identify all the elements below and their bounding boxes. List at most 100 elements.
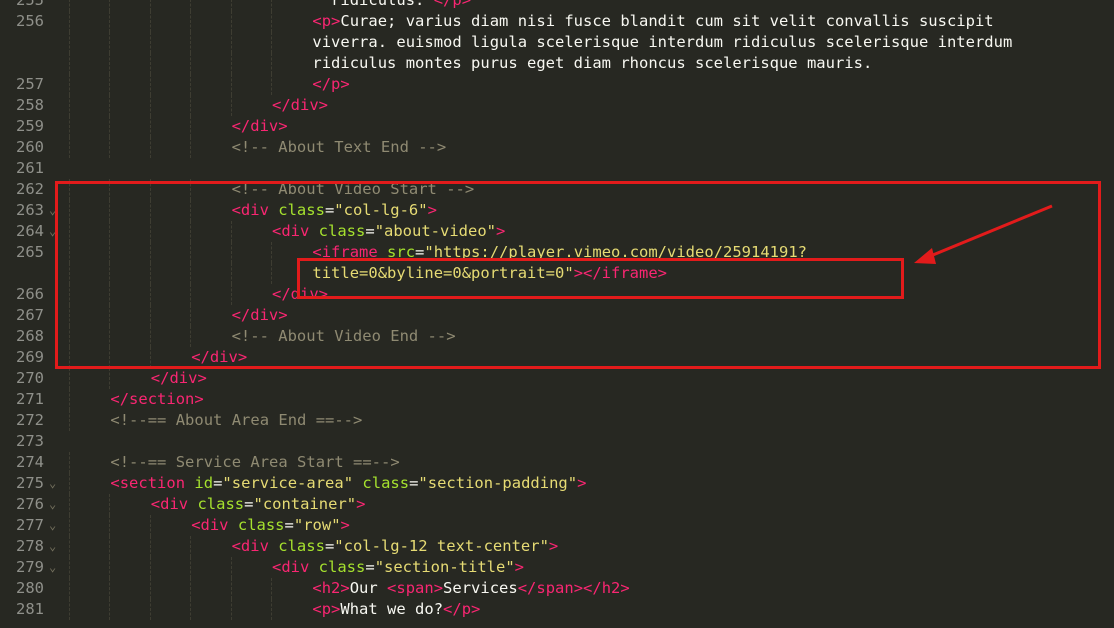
indent-guide <box>109 368 111 389</box>
code-token: <div <box>272 222 319 240</box>
code-line[interactable]: 274 <!--== Service Area Start ==--> <box>0 452 1114 473</box>
code-line[interactable]: 269 </div> <box>0 347 1114 368</box>
code-token: <section <box>110 474 195 492</box>
indent-guide <box>230 284 232 305</box>
indent-guide <box>149 242 151 263</box>
code-text: title=0&byline=0&portrait=0"></iframe> <box>312 263 667 284</box>
indent-guide <box>190 326 192 347</box>
code-token: class <box>318 558 366 576</box>
fold-chevron-icon[interactable]: ⌄ <box>49 498 56 510</box>
fold-chevron-icon[interactable]: ⌄ <box>49 204 56 216</box>
code-line[interactable]: 256 <p>Curae; varius diam nisi fusce blan… <box>0 11 1114 32</box>
indent-guide <box>69 452 70 473</box>
code-line[interactable]: 261 <box>0 158 1114 179</box>
line-number: 274 <box>16 453 44 471</box>
indent-guide <box>69 536 70 557</box>
code-line[interactable]: 280 <h2>Our <span>Services</span></h2> <box>0 578 1114 599</box>
code-line[interactable]: 255 ridiculus. </p> <box>0 0 1114 11</box>
code-line[interactable]: 258 </div> <box>0 95 1114 116</box>
code-text: ridiculus montes purus eget diam rhoncus… <box>312 53 872 74</box>
code-line[interactable]: 267 </div> <box>0 305 1114 326</box>
indent-guide <box>109 200 111 221</box>
code-token: > <box>548 537 559 555</box>
line-number: 255 <box>16 0 44 9</box>
code-text: <!--== Service Area Start ==--> <box>110 452 399 473</box>
fold-chevron-icon[interactable]: ⌄ <box>49 519 56 531</box>
indent-guide <box>69 200 70 221</box>
code-line[interactable]: 262 <!-- About Video Start --> <box>0 179 1114 200</box>
indent-guide <box>69 116 70 137</box>
code-line[interactable]: title=0&byline=0&portrait=0"></iframe> <box>0 263 1114 284</box>
code-token: </div> <box>150 369 207 387</box>
indent-guide <box>69 53 70 74</box>
code-line[interactable]: 272 <!--== About Area End ==--> <box>0 410 1114 431</box>
code-token: class <box>197 495 245 513</box>
indent-guide <box>109 326 111 347</box>
indent-guide <box>109 557 111 578</box>
code-token: "row" <box>293 516 341 534</box>
indent-guide <box>69 410 70 431</box>
fold-chevron-icon[interactable]: ⌄ <box>49 477 56 489</box>
indent-guide <box>190 11 192 32</box>
code-line[interactable]: 276 ⌄ <div class="container"> <box>0 494 1114 515</box>
code-token: <!-- About Video End --> <box>231 327 456 345</box>
indent-guide <box>190 536 192 557</box>
code-text: <!--== About Area End ==--> <box>110 410 362 431</box>
code-token: <iframe <box>312 243 388 261</box>
code-line[interactable]: 266 </div> <box>0 284 1114 305</box>
indent-guide <box>190 242 192 263</box>
code-editor[interactable]: 255 ridiculus. </p> 256 <p>Curae; varius d… <box>0 0 1114 620</box>
code-line[interactable]: 278 ⌄ <div class="col-lg-12 text-center"> <box>0 536 1114 557</box>
indent-guide <box>69 389 70 410</box>
code-line[interactable]: 281 <p>What we do?</p> <box>0 599 1114 620</box>
indent-guide <box>149 221 151 242</box>
indent-guide <box>109 578 111 599</box>
code-line[interactable]: 270 </div> <box>0 368 1114 389</box>
indent-guide <box>109 32 111 53</box>
indent-guide <box>230 53 232 74</box>
indent-guide <box>69 578 70 599</box>
code-line[interactable]: 257 </p> <box>0 74 1114 95</box>
code-line[interactable]: 268 <!-- About Video End --> <box>0 326 1114 347</box>
fold-chevron-icon[interactable]: ⌄ <box>49 225 56 237</box>
code-token: = <box>284 516 294 534</box>
code-line[interactable]: 273 <box>0 431 1114 452</box>
code-token: "section-title" <box>374 558 515 576</box>
indent-guide <box>190 137 192 158</box>
code-line[interactable]: 279 ⌄ <div class="section-title"> <box>0 557 1114 578</box>
code-token: </div> <box>191 348 248 366</box>
line-number: 265 <box>16 243 44 261</box>
indent-guide <box>69 179 70 200</box>
indent-guide <box>149 200 151 221</box>
code-text: <section id="service-area" class="sectio… <box>110 473 586 494</box>
indent-guide <box>69 473 70 494</box>
code-token: <!-- About Text End --> <box>231 138 447 156</box>
code-text: </div> <box>232 116 288 137</box>
indent-guide <box>69 137 70 158</box>
indent-guide <box>69 11 70 32</box>
code-line[interactable]: 259 </div> <box>0 116 1114 137</box>
code-line[interactable]: 271 </section> <box>0 389 1114 410</box>
code-line[interactable]: 277 ⌄ <div class="row"> <box>0 515 1114 536</box>
indent-guide <box>149 179 151 200</box>
code-token: viverra. euismod ligula scelerisque inte… <box>312 33 1013 51</box>
line-number: 267 <box>16 306 44 324</box>
code-token: </p> <box>443 600 481 618</box>
code-line[interactable]: ridiculus montes purus eget diam rhoncus… <box>0 53 1114 74</box>
fold-chevron-icon[interactable]: ⌄ <box>49 561 56 573</box>
fold-chevron-icon[interactable]: ⌄ <box>49 540 56 552</box>
code-line[interactable]: 260 <!-- About Text End --> <box>0 137 1114 158</box>
indent-guide <box>230 557 232 578</box>
code-line[interactable]: viverra. euismod ligula scelerisque inte… <box>0 32 1114 53</box>
code-line[interactable]: 264 ⌄ <div class="about-video"> <box>0 221 1114 242</box>
indent-guide <box>149 0 151 11</box>
code-line[interactable]: 265 <iframe src="https://player.vimeo.com… <box>0 242 1114 263</box>
code-line[interactable]: 263 ⌄ <div class="col-lg-6"> <box>0 200 1114 221</box>
code-text: </section> <box>110 389 203 410</box>
indent-guide <box>69 305 70 326</box>
indent-guide <box>230 32 232 53</box>
code-line[interactable]: 275 ⌄ <section id="service-area" class="se… <box>0 473 1114 494</box>
code-token: class <box>237 516 285 534</box>
indent-guide <box>109 536 111 557</box>
code-text: viverra. euismod ligula scelerisque inte… <box>312 32 1012 53</box>
